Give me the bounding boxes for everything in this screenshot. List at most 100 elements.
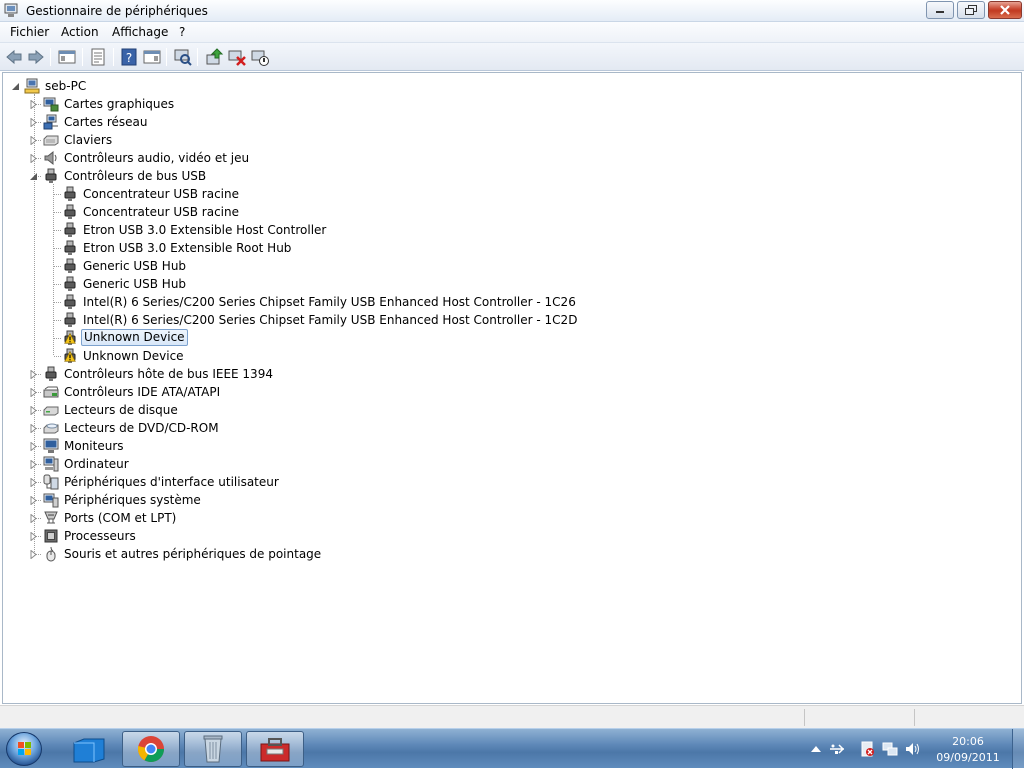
close-button[interactable]	[988, 1, 1022, 19]
tree-category[interactable]: Contrôleurs IDE ATA/ATAPI	[3, 383, 323, 401]
expand-arrow-icon[interactable]	[29, 406, 38, 415]
expand-arrow-icon[interactable]	[29, 460, 38, 469]
taskbar-device-manager[interactable]	[246, 731, 304, 767]
update-driver-button[interactable]	[204, 47, 224, 67]
minimize-button[interactable]	[926, 1, 954, 19]
restore-icon	[965, 5, 977, 15]
tree-category[interactable]: Contrôleurs audio, vidéo et jeu	[3, 149, 323, 167]
scan-hardware-button[interactable]	[173, 47, 193, 67]
expand-arrow-icon[interactable]	[29, 370, 38, 379]
display-adapter-icon	[43, 96, 59, 112]
usb-plug-icon	[62, 222, 78, 238]
usb-plug-icon	[62, 294, 78, 310]
expand-arrow-icon[interactable]	[29, 496, 38, 505]
expand-arrow-icon[interactable]	[29, 388, 38, 397]
keyboard-icon	[43, 132, 59, 148]
tree-category-label: Cartes graphiques	[64, 97, 175, 111]
tree-category-label: Lecteurs de DVD/CD-ROM	[64, 421, 219, 435]
tree-device[interactable]: Generic USB Hub	[3, 275, 563, 293]
menu-action[interactable]: Action	[61, 25, 99, 39]
device-tree[interactable]: seb-PC Cartes graphiques Cartes réseau Cla…	[2, 72, 1022, 704]
restore-button[interactable]	[957, 1, 985, 19]
tree-device[interactable]: Intel(R) 6 Series/C200 Series Chipset Fa…	[3, 293, 576, 311]
tree-category[interactable]: Contrôleurs hôte de bus IEEE 1394	[3, 365, 323, 383]
tree-device[interactable]: Concentrateur USB racine	[3, 203, 563, 221]
update-driver-icon	[206, 48, 224, 65]
expand-arrow-icon[interactable]	[29, 118, 38, 127]
collapse-arrow-icon[interactable]	[11, 82, 20, 91]
tree-category[interactable]: Cartes graphiques	[3, 95, 323, 113]
toolbar: ?	[0, 43, 1024, 71]
clock-date[interactable]: 09/09/2011	[933, 751, 1003, 764]
network-icon[interactable]	[882, 741, 898, 757]
tree-device[interactable]: Unknown Device	[3, 329, 563, 347]
menu-help[interactable]: ?	[179, 25, 185, 39]
tree-device-label: Generic USB Hub	[83, 259, 187, 273]
tree-device[interactable]: Intel(R) 6 Series/C200 Series Chipset Fa…	[3, 311, 577, 329]
expand-arrow-icon[interactable]	[29, 442, 38, 451]
help-button[interactable]: ?	[119, 47, 139, 67]
tree-category[interactable]: Périphériques d'interface utilisateur	[3, 473, 323, 491]
console-tree-button[interactable]	[57, 47, 77, 67]
expand-arrow-icon[interactable]	[29, 514, 38, 523]
action-center-icon[interactable]	[859, 741, 875, 757]
network-adapter-icon	[43, 114, 59, 130]
tree-category[interactable]: Ordinateur	[3, 455, 323, 473]
action-pane-button[interactable]	[142, 47, 162, 67]
show-hidden-icons-icon[interactable]	[808, 741, 824, 757]
taskbar-chrome[interactable]	[122, 731, 180, 767]
tree-device[interactable]: Generic USB Hub	[3, 257, 563, 275]
tree-device[interactable]: Unknown Device	[3, 347, 563, 365]
tree-category[interactable]: Souris et autres périphériques de pointa…	[3, 545, 323, 563]
tree-category[interactable]: Périphériques système	[3, 491, 323, 509]
uninstall-button[interactable]	[227, 47, 247, 67]
tree-device[interactable]: Concentrateur USB racine	[3, 185, 563, 203]
taskbar-desktop-folder[interactable]	[60, 731, 118, 767]
tree-device-label: Etron USB 3.0 Extensible Root Hub	[83, 241, 292, 255]
tree-root[interactable]: seb-PC	[3, 77, 303, 95]
tree-category[interactable]: Ports (COM et LPT)	[3, 509, 323, 527]
show-desktop-button[interactable]	[1012, 729, 1024, 769]
tree-category[interactable]: Processeurs	[3, 527, 323, 545]
volume-icon[interactable]	[905, 741, 921, 757]
tree-category-label: Ordinateur	[64, 457, 129, 471]
tree-category-label: Souris et autres périphériques de pointa…	[64, 547, 322, 561]
properties-button[interactable]	[88, 47, 108, 67]
expand-arrow-icon[interactable]	[29, 478, 38, 487]
menu-affichage[interactable]: Affichage	[112, 25, 168, 39]
tree-device[interactable]: Etron USB 3.0 Extensible Host Controller	[3, 221, 563, 239]
back-button[interactable]	[4, 47, 24, 67]
tree-device-label: Unknown Device	[83, 349, 184, 363]
clock-time[interactable]: 20:06	[933, 735, 1003, 748]
tree-category[interactable]: Moniteurs	[3, 437, 323, 455]
tree-category[interactable]: Lecteurs de disque	[3, 401, 323, 419]
port-icon	[43, 510, 59, 526]
tree-category[interactable]: Contrôleurs de bus USB	[3, 167, 323, 185]
expand-arrow-icon[interactable]	[29, 550, 38, 559]
collapse-arrow-icon[interactable]	[29, 172, 38, 181]
window-title: Gestionnaire de périphériques	[26, 4, 208, 18]
expand-arrow-icon[interactable]	[29, 100, 38, 109]
monitor-icon	[43, 438, 59, 454]
usb-safely-remove-icon[interactable]	[829, 741, 845, 757]
expand-arrow-icon[interactable]	[29, 136, 38, 145]
chrome-icon	[137, 736, 165, 763]
tree-device[interactable]: Etron USB 3.0 Extensible Root Hub	[3, 239, 563, 257]
forward-button[interactable]	[26, 47, 46, 67]
expand-arrow-icon[interactable]	[29, 532, 38, 541]
disable-device-button[interactable]	[250, 47, 270, 67]
tree-category[interactable]: Claviers	[3, 131, 323, 149]
usb-plug-icon	[62, 312, 78, 328]
recycle-bin-icon	[203, 735, 223, 763]
tree-category[interactable]: Cartes réseau	[3, 113, 323, 131]
tree-category-label: Contrôleurs audio, vidéo et jeu	[64, 151, 250, 165]
expand-arrow-icon[interactable]	[29, 424, 38, 433]
expand-arrow-icon[interactable]	[29, 154, 38, 163]
start-button[interactable]	[6, 732, 42, 766]
tree-device-label: Unknown Device	[81, 329, 188, 346]
tree-category[interactable]: Lecteurs de DVD/CD-ROM	[3, 419, 323, 437]
title-bar[interactable]: Gestionnaire de périphériques	[0, 0, 1024, 22]
taskbar-recycle-bin[interactable]	[184, 731, 242, 767]
tree-category-label: Lecteurs de disque	[64, 403, 178, 417]
menu-fichier[interactable]: Fichier	[10, 25, 49, 39]
